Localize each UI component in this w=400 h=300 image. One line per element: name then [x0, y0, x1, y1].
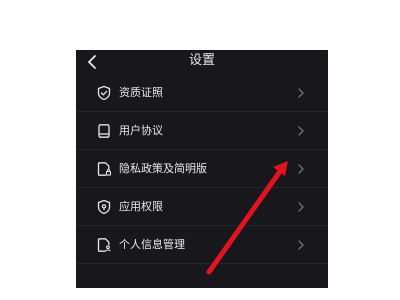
- chevron-right-icon: [298, 202, 304, 212]
- shield-lock-icon: [97, 199, 111, 215]
- settings-item-label: 隐私政策及简明版: [119, 162, 207, 175]
- header-bar: 设置: [76, 50, 328, 74]
- chevron-right-icon: [298, 126, 304, 136]
- document-user-icon: [97, 238, 111, 252]
- page-title: 设置: [188, 53, 215, 68]
- back-button[interactable]: [84, 53, 104, 71]
- chevron-right-icon: [298, 164, 304, 174]
- settings-item-app-permissions[interactable]: 应用权限: [76, 188, 328, 226]
- settings-item-label: 用户协议: [119, 124, 163, 137]
- settings-item-label: 资质证照: [119, 86, 163, 99]
- chevron-right-icon: [298, 240, 304, 250]
- shield-check-icon: [97, 85, 111, 101]
- chevron-left-icon: [88, 55, 96, 69]
- settings-item-personal-info[interactable]: 个人信息管理: [76, 226, 328, 264]
- settings-item-qualification[interactable]: 资质证照: [76, 74, 328, 112]
- settings-list: 资质证照 用户协议 隐私政策及简明版 应用权限 个人信息管理: [76, 74, 328, 264]
- settings-screen: 设置 资质证照 用户协议 隐私政策及简明版 应用权限 个人信息管理: [76, 50, 328, 288]
- settings-item-user-agreement[interactable]: 用户协议: [76, 112, 328, 150]
- document-lock-icon: [97, 162, 112, 176]
- settings-item-label: 应用权限: [119, 200, 163, 213]
- settings-item-label: 个人信息管理: [119, 238, 185, 251]
- settings-item-privacy-policy[interactable]: 隐私政策及简明版: [76, 150, 328, 188]
- chevron-right-icon: [298, 88, 304, 98]
- book-icon: [98, 124, 110, 138]
